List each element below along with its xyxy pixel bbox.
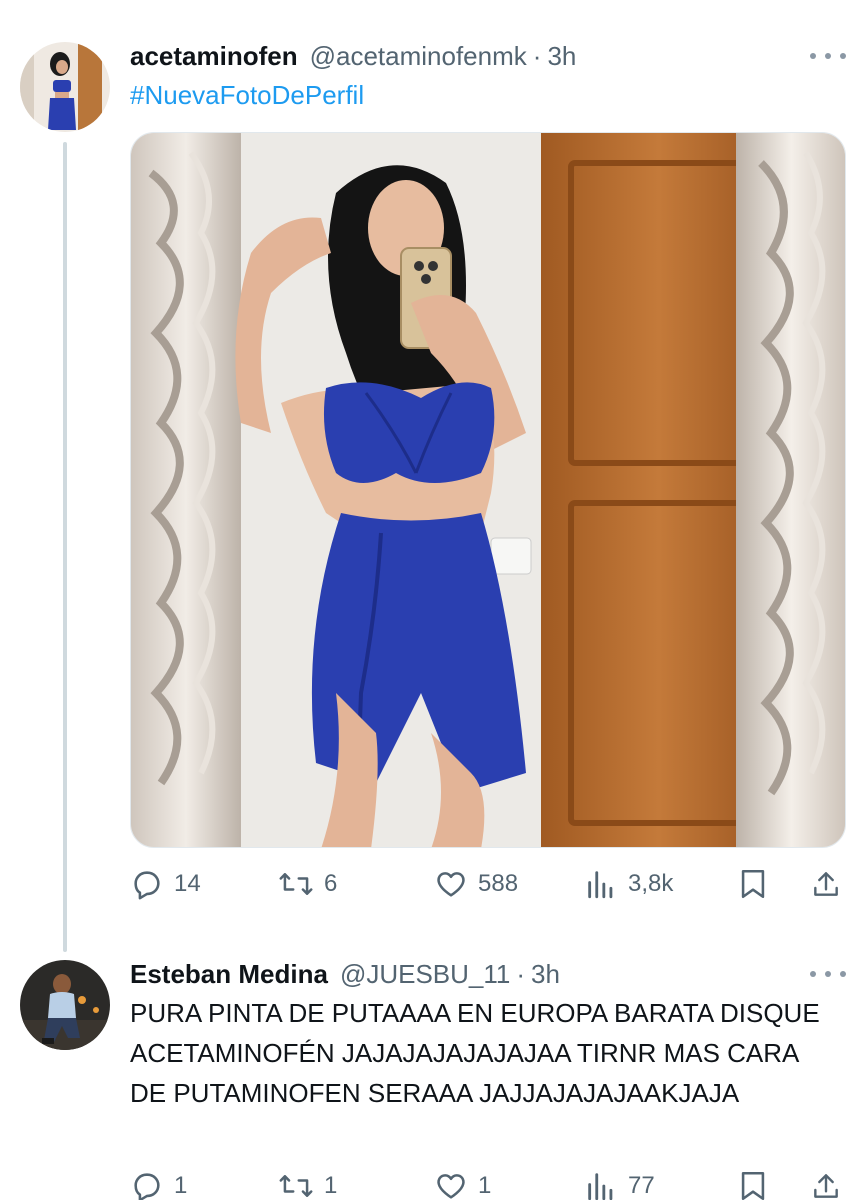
display-name[interactable]: acetaminofen <box>130 41 298 72</box>
repost-icon <box>279 1175 313 1197</box>
view-count: 77 <box>628 1172 655 1199</box>
repost-count: 6 <box>324 870 338 897</box>
separator: · <box>532 40 542 71</box>
avatar[interactable] <box>20 960 110 1050</box>
tweet-photo[interactable] <box>130 132 846 848</box>
heart-icon <box>437 872 465 897</box>
views-button[interactable]: 3,8k <box>584 864 673 904</box>
share-button[interactable] <box>810 1166 842 1200</box>
more-options-icon[interactable] <box>810 42 846 70</box>
reply-button[interactable]: 1 <box>130 1166 187 1200</box>
hashtag-link[interactable]: #NuevaFotoDePerfil <box>130 80 364 111</box>
share-button[interactable] <box>810 864 842 904</box>
tweet-header: Esteban Medina @JUESBU_11 · 3h <box>130 954 846 994</box>
more-options-icon[interactable] <box>810 960 846 988</box>
timestamp[interactable]: 3h <box>547 41 576 72</box>
like-button[interactable]: 588 <box>434 864 518 904</box>
reply-button[interactable]: 14 <box>130 864 201 904</box>
user-handle[interactable]: @acetaminofenmk <box>310 41 527 72</box>
repost-count: 1 <box>324 1172 338 1199</box>
views-button[interactable]: 77 <box>584 1166 655 1200</box>
like-count: 1 <box>478 1172 492 1199</box>
avatar[interactable] <box>20 42 110 132</box>
display-name[interactable]: Esteban Medina <box>130 959 328 990</box>
reply-icon <box>134 1173 160 1200</box>
reply-icon <box>134 871 160 900</box>
views-icon <box>588 1173 613 1200</box>
like-button[interactable]: 1 <box>434 1166 491 1200</box>
tweet-reply: Esteban Medina @JUESBU_11 · 3h PURA PINT… <box>0 940 866 1200</box>
tweet-header: acetaminofen @acetaminofenmk · 3h <box>130 36 846 76</box>
repost-button[interactable]: 1 <box>278 1166 337 1200</box>
bookmark-icon <box>741 1171 765 1200</box>
like-count: 588 <box>478 870 519 897</box>
thread-line <box>63 142 67 952</box>
user-handle[interactable]: @JUESBU_11 <box>340 959 510 990</box>
reply-count: 1 <box>174 1172 188 1199</box>
reply-count: 14 <box>174 870 201 897</box>
tweet-text: PURA PINTA DE PUTAAAA EN EUROPA BARATA D… <box>130 998 820 1108</box>
views-icon <box>588 871 613 899</box>
share-icon <box>814 1174 838 1198</box>
separator: · <box>516 958 526 989</box>
repost-button[interactable]: 6 <box>278 864 337 904</box>
tweet-original: acetaminofen @acetaminofenmk · 3h #Nueva… <box>0 0 866 952</box>
heart-icon <box>437 1174 465 1199</box>
bookmark-button[interactable] <box>738 864 768 904</box>
view-count: 3,8k <box>628 870 674 897</box>
tweet-actions: 1 1 1 77 <box>130 1166 846 1200</box>
timestamp[interactable]: 3h <box>531 959 560 990</box>
tweet-actions: 14 6 588 3,8k <box>130 864 846 904</box>
repost-icon <box>279 873 313 895</box>
bookmark-button[interactable] <box>738 1166 768 1200</box>
share-icon <box>814 872 838 896</box>
bookmark-icon <box>741 869 765 899</box>
